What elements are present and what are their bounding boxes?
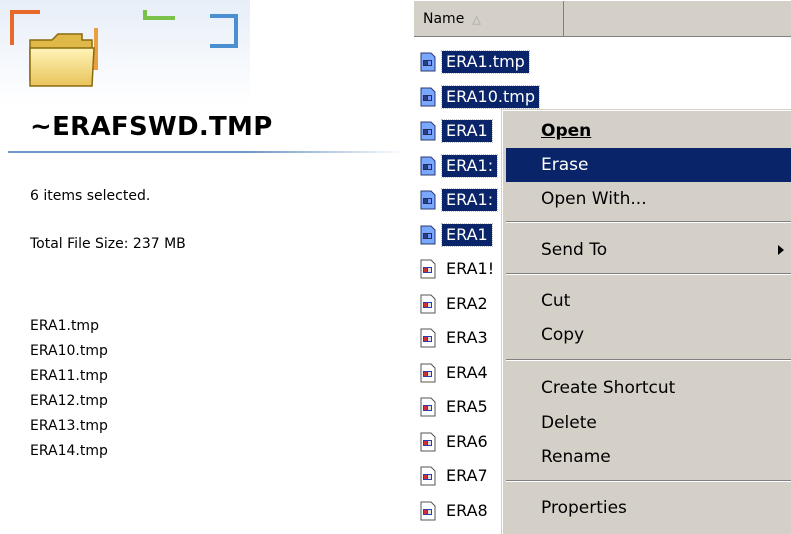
total-file-size: Total File Size: 237 MB <box>30 236 186 252</box>
menu-label-rename: Rename <box>541 447 611 467</box>
tmp-file-icon <box>420 466 436 486</box>
file-list-row[interactable]: ERA1: <box>418 187 499 213</box>
context-menu: Open Erase Open With... Send To Cut Copy… <box>501 109 791 534</box>
tmp-file-icon <box>420 190 436 210</box>
file-name-label: ERA8 <box>446 500 488 520</box>
tmp-file-icon <box>420 87 436 106</box>
file-name-label: ERA1.tmp <box>441 50 530 74</box>
tmp-file-icon <box>420 432 436 451</box>
file-name-label: ERA6 <box>446 431 488 451</box>
tmp-file-icon <box>420 397 436 417</box>
menu-label-create-shortcut: Create Shortcut <box>541 378 676 398</box>
title-divider <box>8 151 407 153</box>
tmp-file-icon <box>420 156 436 175</box>
menu-separator <box>506 359 791 361</box>
file-list-row[interactable]: ERA7 <box>418 463 492 489</box>
menu-item-copy[interactable]: Copy <box>506 318 791 352</box>
file-list-row[interactable]: ERA1 <box>418 118 493 144</box>
tmp-file-icon <box>420 121 436 141</box>
file-name-label: ERA10.tmp <box>441 84 540 109</box>
menu-separator <box>506 273 791 275</box>
selected-file-name: ERA14.tmp <box>30 443 108 459</box>
menu-item-erase[interactable]: Erase <box>506 148 791 182</box>
column-header-bar: Name △ <box>413 0 791 37</box>
selected-file-name: ERA1.tmp <box>30 318 99 334</box>
file-name-label: ERA7 <box>446 466 488 485</box>
file-name-label: ERA1! <box>446 259 495 278</box>
menu-label-open: Open <box>541 121 592 141</box>
menu-label-open-with: Open With... <box>541 189 647 209</box>
submenu-arrow-icon <box>778 245 784 255</box>
file-name-label: ERA5 <box>446 397 488 416</box>
file-list-row[interactable]: ERA5 <box>418 394 492 420</box>
file-list-row[interactable]: ERA4 <box>418 360 492 386</box>
selected-count: 6 items selected. <box>30 188 151 204</box>
folder-icon <box>0 0 250 105</box>
tmp-file-icon <box>420 294 436 313</box>
menu-item-open-with[interactable]: Open With... <box>506 182 791 216</box>
file-list-row[interactable]: ERA6 <box>418 429 492 455</box>
menu-item-create-shortcut[interactable]: Create Shortcut <box>506 371 791 405</box>
sort-ascending-icon: △ <box>472 13 481 26</box>
menu-item-properties[interactable]: Properties <box>506 491 791 525</box>
name-column-header[interactable]: Name △ <box>414 1 564 36</box>
menu-label-erase: Erase <box>541 155 589 175</box>
menu-item-delete[interactable]: Delete <box>506 406 791 440</box>
selected-file-name: ERA13.tmp <box>30 418 108 434</box>
details-pane: ~ERAFSWD.TMP 6 items selected. Total Fil… <box>0 0 407 529</box>
file-list-row[interactable]: ERA3 <box>418 325 492 351</box>
selected-file-list: ERA1.tmp ERA10.tmp ERA11.tmp ERA12.tmp E… <box>30 314 108 464</box>
file-name-label: ERA2 <box>446 293 488 313</box>
file-list-row[interactable]: ERA10.tmp <box>418 84 540 110</box>
file-list-row[interactable]: ERA1.tmp <box>418 49 530 75</box>
file-list-row[interactable]: ERA1! <box>418 256 498 282</box>
menu-label-cut: Cut <box>541 291 571 311</box>
file-list-row[interactable]: ERA2 <box>418 291 492 317</box>
file-name-label: ERA3 <box>446 328 488 347</box>
menu-label-send-to: Send To <box>541 240 608 260</box>
menu-item-cut[interactable]: Cut <box>506 284 791 318</box>
file-list-row[interactable]: ERA1: <box>418 153 499 179</box>
menu-separator <box>506 480 791 482</box>
menu-item-open[interactable]: Open <box>506 114 791 148</box>
menu-separator <box>506 221 791 223</box>
tmp-file-icon <box>420 225 436 244</box>
file-name-label: ERA1: <box>440 153 499 178</box>
menu-label-delete: Delete <box>541 413 597 433</box>
tmp-file-icon <box>420 363 436 382</box>
file-list-row[interactable]: ERA8 <box>418 498 492 524</box>
tmp-file-icon <box>420 52 436 72</box>
file-list-row[interactable]: ERA1 <box>418 222 493 248</box>
tmp-file-icon <box>420 328 436 348</box>
file-name-label: ERA1: <box>440 188 499 212</box>
menu-label-copy: Copy <box>541 325 585 345</box>
header-divider <box>414 36 791 37</box>
menu-label-properties: Properties <box>541 498 627 518</box>
file-name-label: ERA1 <box>441 119 493 143</box>
name-column-label: Name <box>423 11 465 27</box>
selected-file-name: ERA10.tmp <box>30 343 108 359</box>
folder-title: ~ERAFSWD.TMP <box>30 112 273 142</box>
menu-item-send-to[interactable]: Send To <box>506 233 791 267</box>
menu-item-rename[interactable]: Rename <box>506 440 791 474</box>
selected-file-name: ERA12.tmp <box>30 393 108 409</box>
file-name-label: ERA1 <box>441 222 493 247</box>
file-name-label: ERA4 <box>446 362 488 382</box>
selected-file-name: ERA11.tmp <box>30 368 108 384</box>
tmp-file-icon <box>420 501 436 520</box>
tmp-file-icon <box>420 259 436 279</box>
